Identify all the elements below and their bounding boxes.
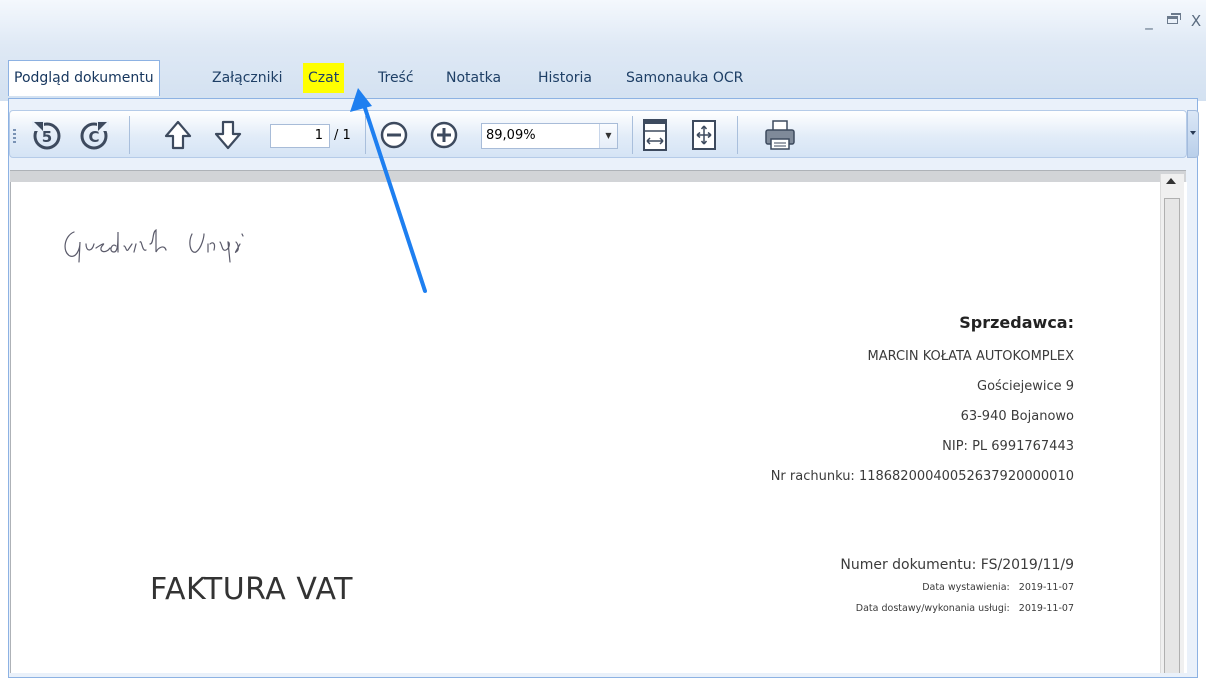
maximize-icon (1167, 16, 1178, 24)
document-number: Numer dokumentu: FS/2019/11/9 (840, 557, 1074, 573)
zoom-in-button[interactable] (426, 117, 462, 153)
tab-notatka[interactable]: Notatka (446, 63, 501, 93)
seller-nip: NIP: PL 6991767443 (942, 439, 1074, 454)
chevron-down-icon[interactable]: ▼ (599, 124, 617, 148)
tab-tresc[interactable]: Treść (378, 63, 414, 93)
delivery-date-row: Data dostawy/wykonania usługi: 2019-11-0… (856, 603, 1074, 614)
rotate-right-icon: C (80, 121, 109, 150)
seller-street: Gościejewice 9 (977, 379, 1074, 394)
tab-strip: Podgląd dokumentu Załączniki Czat Treść … (0, 45, 1206, 101)
tab-samonauka-ocr[interactable]: Samonauka OCR (626, 63, 743, 93)
previous-page-button[interactable] (160, 117, 196, 153)
seller-heading: Sprzedawca: (959, 313, 1074, 332)
scroll-thumb[interactable] (1164, 198, 1180, 673)
toolbar-overflow-button[interactable] (1187, 110, 1199, 158)
vertical-scrollbar[interactable] (1160, 174, 1184, 673)
fit-width-button[interactable] (637, 117, 673, 153)
tab-zalaczniki[interactable]: Załączniki (212, 63, 283, 93)
zoom-out-icon (380, 121, 408, 149)
seller-name: MARCIN KOŁATA AUTOKOMPLEX (867, 349, 1074, 364)
chevron-down-icon (1190, 131, 1196, 135)
tab-czat[interactable]: Czat (303, 63, 345, 93)
tab-podglad-dokumentu[interactable]: Podgląd dokumentu (8, 60, 160, 96)
toolbar-grip[interactable] (13, 129, 16, 143)
svg-text:C: C (88, 128, 99, 146)
page-number-input[interactable]: 1 (270, 124, 330, 148)
zoom-out-button[interactable] (376, 117, 412, 153)
toolbar-separator (365, 116, 366, 154)
page-total-label: / 1 (334, 128, 351, 143)
toolbar-separator (737, 116, 738, 154)
zoom-value: 89,09% (486, 128, 536, 143)
zoom-select[interactable]: 89,09% ▼ (481, 123, 618, 149)
rotate-right-button[interactable]: C (76, 117, 112, 153)
delivery-date-value: 2019-11-07 (1018, 603, 1074, 614)
issue-date-value: 2019-11-07 (1018, 582, 1074, 593)
print-button[interactable] (762, 117, 798, 153)
print-icon (765, 120, 795, 150)
close-button[interactable]: X (1186, 10, 1206, 32)
rotate-left-button[interactable]: 5 (29, 117, 65, 153)
handwritten-signature (64, 229, 244, 263)
fit-page-button[interactable] (686, 117, 722, 153)
rotate-left-icon: 5 (32, 121, 61, 150)
minimize-button[interactable]: _ (1139, 10, 1159, 32)
next-page-button[interactable] (210, 117, 246, 153)
svg-text:5: 5 (42, 128, 52, 146)
arrow-up-icon (164, 120, 192, 150)
window-titlebar: _ X (0, 0, 1206, 45)
maximize-button[interactable] (1164, 10, 1184, 32)
tab-historia[interactable]: Historia (538, 63, 592, 93)
arrow-down-icon (214, 120, 242, 150)
toolbar-separator (632, 116, 633, 154)
issue-date-row: Data wystawienia: 2019-11-07 (922, 582, 1074, 593)
fit-page-icon (692, 120, 716, 150)
seller-account: Nr rachunku: 11868200040052637920000010 (770, 469, 1074, 484)
zoom-in-icon (430, 121, 458, 149)
seller-city: 63-940 Bojanowo (960, 409, 1074, 424)
delivery-date-label: Data dostawy/wykonania usługi: (855, 603, 1010, 614)
issue-date-label: Data wystawienia: (922, 582, 1010, 593)
fit-width-icon (643, 119, 667, 151)
invoice-title: FAKTURA VAT (150, 572, 353, 607)
viewer-toolbar: 5 C 1 / 1 89,09% ▼ (9, 110, 1187, 158)
toolbar-separator (129, 116, 130, 154)
scroll-up-arrow-icon[interactable] (1166, 178, 1176, 184)
